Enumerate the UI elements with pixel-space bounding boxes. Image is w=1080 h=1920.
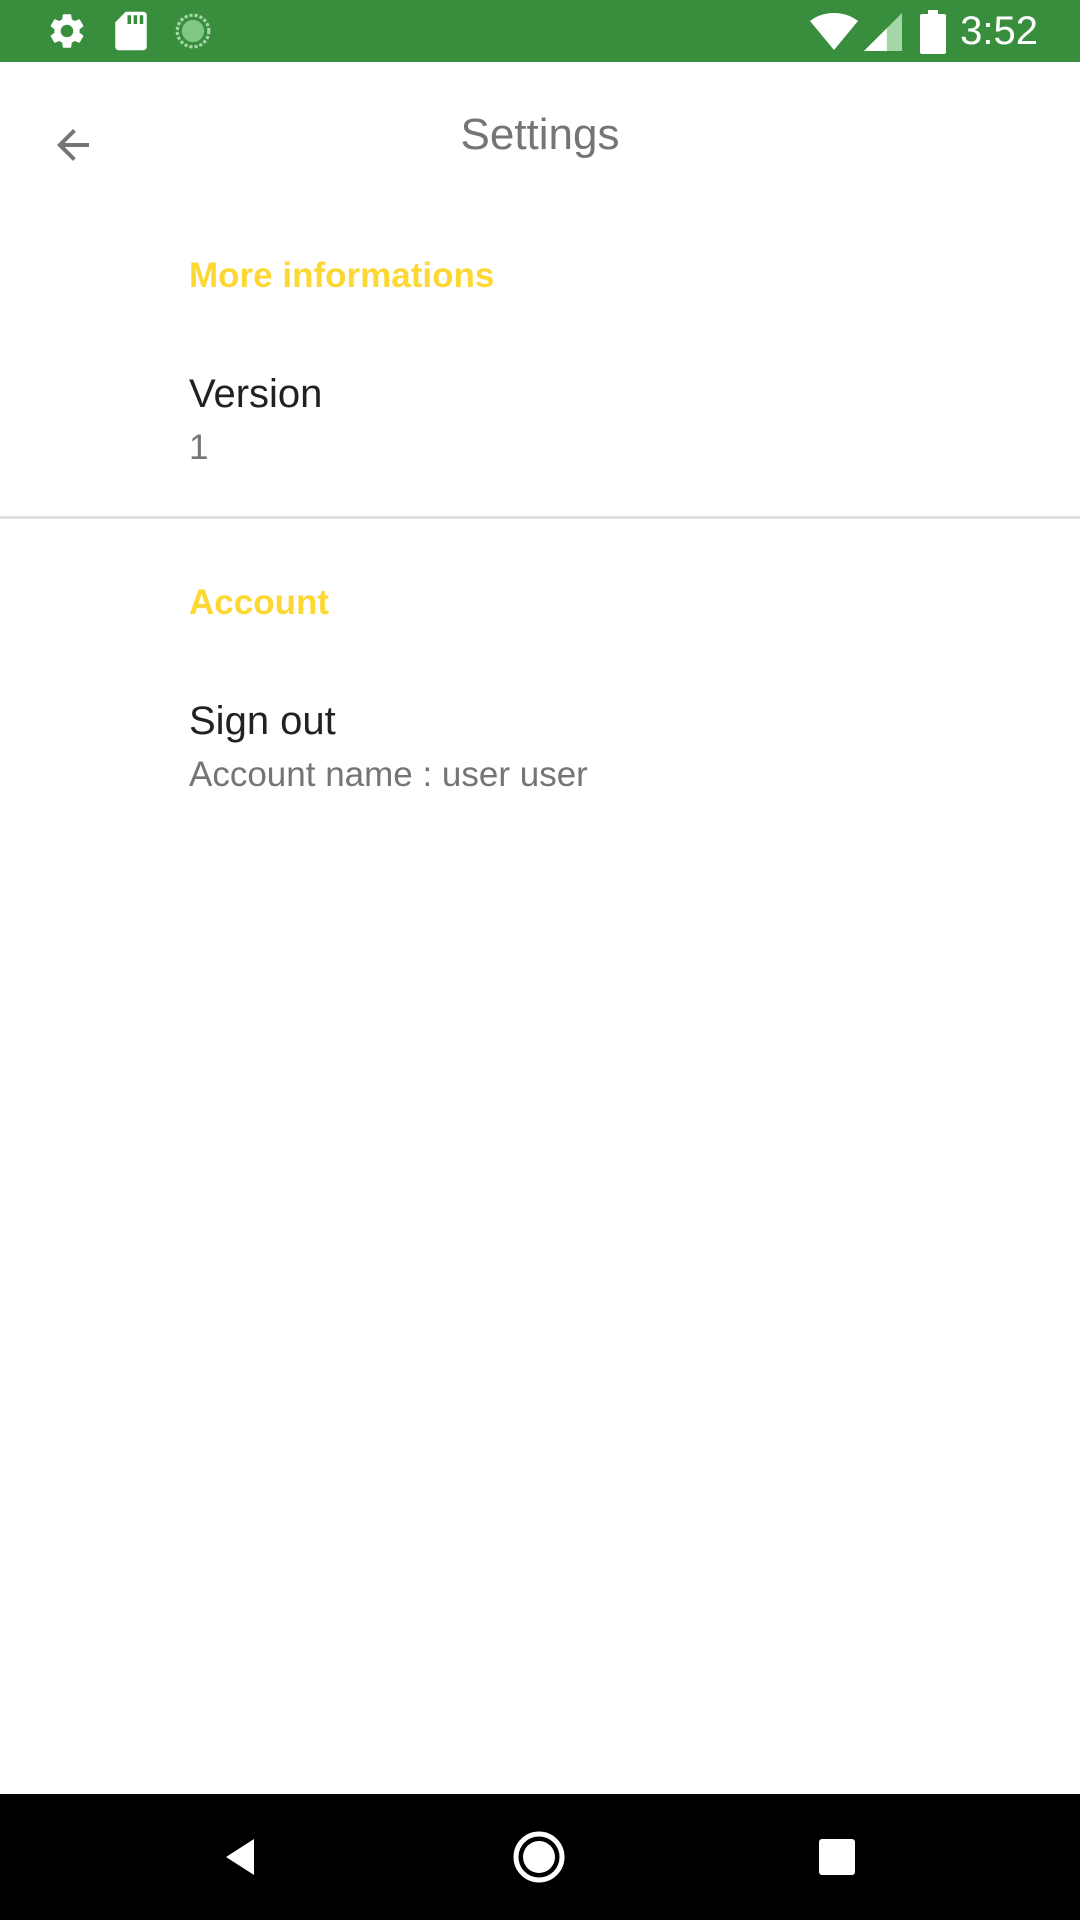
category-header-account: Account [189,583,329,622]
preference-version[interactable]: Version 1 [0,340,1080,516]
recents-square-icon [819,1839,855,1875]
back-triangle-icon [226,1839,254,1875]
cell-signal-icon [864,13,902,51]
nav-recents-button[interactable] [797,1817,877,1897]
nav-home-button[interactable] [499,1817,579,1897]
preference-title: Sign out [189,699,336,743]
section-divider [0,516,1080,519]
preference-summary: Account name : user user [189,755,588,794]
app-bar: Settings [0,62,1080,214]
page-title: Settings [460,110,620,159]
home-circle-icon [513,1831,565,1883]
preference-summary: 1 [189,428,209,467]
category-header-more-informations: More informations [189,256,495,295]
status-time: 3:52 [960,9,1038,53]
wifi-icon [810,13,858,50]
battery-icon [920,10,946,54]
nav-back-button[interactable] [202,1817,282,1897]
sd-card-icon [115,11,147,51]
sync-progress-icon [175,13,211,49]
preference-sign-out[interactable]: Sign out Account name : user user [0,667,1080,843]
navigation-bar [0,1794,1080,1920]
gear-icon [50,14,84,48]
status-bar: 3:52 [0,0,1080,62]
preference-title: Version [189,372,323,416]
